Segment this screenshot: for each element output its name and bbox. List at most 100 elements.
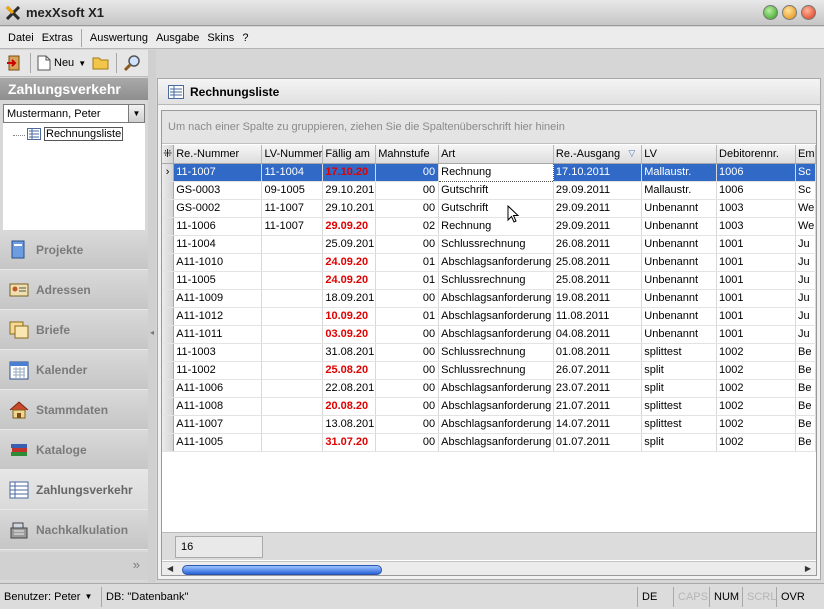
column-header[interactable]: Em <box>795 145 816 164</box>
table-cell[interactable]: Ju <box>795 307 816 326</box>
table-cell[interactable]: 09-1005 <box>261 181 324 200</box>
table-cell[interactable]: 22.08.201 <box>322 379 377 398</box>
table-cell[interactable]: 1002 <box>716 433 796 452</box>
table-cell[interactable]: splittest <box>641 397 718 416</box>
table-cell[interactable]: 03.09.20 <box>322 325 377 344</box>
table-cell[interactable]: Rechnung <box>438 217 554 236</box>
table-cell[interactable]: 14.07.2011 <box>553 415 643 434</box>
table-cell[interactable]: A11-1007 <box>173 415 263 434</box>
table-cell[interactable]: Ju <box>795 253 816 272</box>
table-cell[interactable]: We <box>795 217 816 236</box>
table-cell[interactable]: 00 <box>375 289 440 308</box>
table-cell[interactable]: 10.09.20 <box>322 307 377 326</box>
table-cell[interactable]: 11-1006 <box>173 217 263 236</box>
table-cell[interactable]: 11-1002 <box>173 361 263 380</box>
table-cell[interactable]: GS-0003 <box>173 181 263 200</box>
table-row[interactable]: 11-1004 25.09.201 00 Schlussrechnung 26.08.2… <box>162 235 816 254</box>
table-cell[interactable]: 11.08.2011 <box>553 307 643 326</box>
table-cell[interactable]: 13.08.201 <box>322 415 377 434</box>
table-cell[interactable]: Be <box>795 343 816 362</box>
table-cell[interactable]: Sc <box>795 181 816 200</box>
table-row[interactable]: A11-1010 24.09.20 01 Abschlagsanforderung 25… <box>162 253 816 272</box>
nav-item-adressen[interactable]: Adressen <box>0 270 148 310</box>
table-cell[interactable]: Gutschrift <box>438 181 554 200</box>
table-cell[interactable]: Be <box>795 379 816 398</box>
table-cell[interactable]: Be <box>795 415 816 434</box>
table-cell[interactable]: Unbenannt <box>641 253 718 272</box>
column-header[interactable]: LV <box>641 145 718 164</box>
table-cell[interactable]: 00 <box>375 361 440 380</box>
horizontal-scrollbar[interactable]: ◀ ▶ <box>162 561 816 575</box>
table-cell[interactable]: A11-1011 <box>173 325 263 344</box>
table-cell[interactable]: 1001 <box>716 235 796 254</box>
table-cell[interactable] <box>261 415 324 434</box>
scrollbar-thumb[interactable] <box>182 565 382 575</box>
column-chooser-icon[interactable]: ⁜ <box>162 145 175 164</box>
table-cell[interactable]: 1001 <box>716 253 796 272</box>
table-cell[interactable]: 01.08.2011 <box>553 343 643 362</box>
table-cell[interactable]: Sc <box>795 163 816 182</box>
table-cell[interactable]: 02 <box>375 217 440 236</box>
table-cell[interactable]: 01 <box>375 253 440 272</box>
table-cell[interactable]: 1003 <box>716 217 796 236</box>
table-cell[interactable]: Be <box>795 433 816 452</box>
table-cell[interactable]: 1001 <box>716 325 796 344</box>
table-cell[interactable]: 11-1004 <box>173 235 263 254</box>
table-cell[interactable] <box>261 307 324 326</box>
table-cell[interactable]: 25.08.2011 <box>553 253 643 272</box>
table-cell[interactable]: 01.07.2011 <box>553 433 643 452</box>
table-cell[interactable]: 31.08.201 <box>322 343 377 362</box>
table-cell[interactable]: Be <box>795 361 816 380</box>
table-cell[interactable]: 11-1003 <box>173 343 263 362</box>
row-indicator[interactable] <box>162 379 175 398</box>
table-cell[interactable]: 00 <box>375 325 440 344</box>
table-row[interactable]: 11-1002 25.08.20 00 Schlussrechnung 26.07.20… <box>162 361 816 380</box>
table-row[interactable]: A11-1007 13.08.201 00 Abschlagsanforderung 1… <box>162 415 816 434</box>
table-cell[interactable]: Abschlagsanforderung <box>438 253 554 272</box>
chevron-down-icon[interactable]: ▼ <box>128 105 144 122</box>
column-header[interactable]: LV-Nummer <box>261 145 324 164</box>
nav-item-nachkalkulation[interactable]: Nachkalkulation <box>0 510 148 550</box>
table-cell[interactable]: split <box>641 361 718 380</box>
search-button[interactable] <box>121 52 143 74</box>
tree-item-rechnungsliste[interactable]: Rechnungsliste <box>27 127 124 141</box>
nav-item-projekte[interactable]: Projekte <box>0 230 148 270</box>
menu-extras[interactable]: Extras <box>38 32 77 44</box>
table-cell[interactable]: 11-1007 <box>261 199 324 218</box>
table-cell[interactable]: 25.08.20 <box>322 361 377 380</box>
table-cell[interactable]: Abschlagsanforderung <box>438 289 554 308</box>
table-cell[interactable]: Mallaustr. <box>641 181 718 200</box>
table-cell[interactable] <box>261 343 324 362</box>
close-button[interactable] <box>801 5 816 20</box>
table-cell[interactable]: 1001 <box>716 307 796 326</box>
table-cell[interactable]: 20.08.20 <box>322 397 377 416</box>
table-cell[interactable]: split <box>641 433 718 452</box>
row-indicator[interactable] <box>162 235 175 254</box>
table-cell[interactable]: 1001 <box>716 289 796 308</box>
table-cell[interactable]: GS-0002 <box>173 199 263 218</box>
table-cell[interactable]: 11-1004 <box>261 163 324 182</box>
table-cell[interactable]: 29.09.2011 <box>553 217 643 236</box>
table-cell[interactable]: 31.07.20 <box>322 433 377 452</box>
table-cell[interactable]: split <box>641 379 718 398</box>
table-cell[interactable]: 01 <box>375 271 440 290</box>
table-cell[interactable]: Schlussrechnung <box>438 343 554 362</box>
table-cell[interactable]: 1002 <box>716 343 796 362</box>
table-cell[interactable] <box>261 289 324 308</box>
table-row[interactable]: A11-1005 31.07.20 00 Abschlagsanforderung 01… <box>162 433 816 452</box>
table-cell[interactable]: Rechnung <box>438 162 554 182</box>
table-cell[interactable]: 29.10.201 <box>322 199 377 218</box>
nav-item-kalender[interactable]: Kalender <box>0 350 148 390</box>
row-indicator[interactable] <box>162 361 175 380</box>
table-cell[interactable]: 1002 <box>716 415 796 434</box>
table-row[interactable]: A11-1012 10.09.20 01 Abschlagsanforderung 11… <box>162 307 816 326</box>
nav-item-kataloge[interactable]: Kataloge <box>0 430 148 470</box>
open-button[interactable] <box>90 52 112 74</box>
table-cell[interactable]: Ju <box>795 271 816 290</box>
table-cell[interactable]: Ju <box>795 235 816 254</box>
table-cell[interactable]: Schlussrechnung <box>438 271 554 290</box>
table-cell[interactable]: 00 <box>375 181 440 200</box>
row-indicator[interactable] <box>162 199 175 218</box>
table-cell[interactable]: 19.08.2011 <box>553 289 643 308</box>
table-cell[interactable]: 1001 <box>716 271 796 290</box>
